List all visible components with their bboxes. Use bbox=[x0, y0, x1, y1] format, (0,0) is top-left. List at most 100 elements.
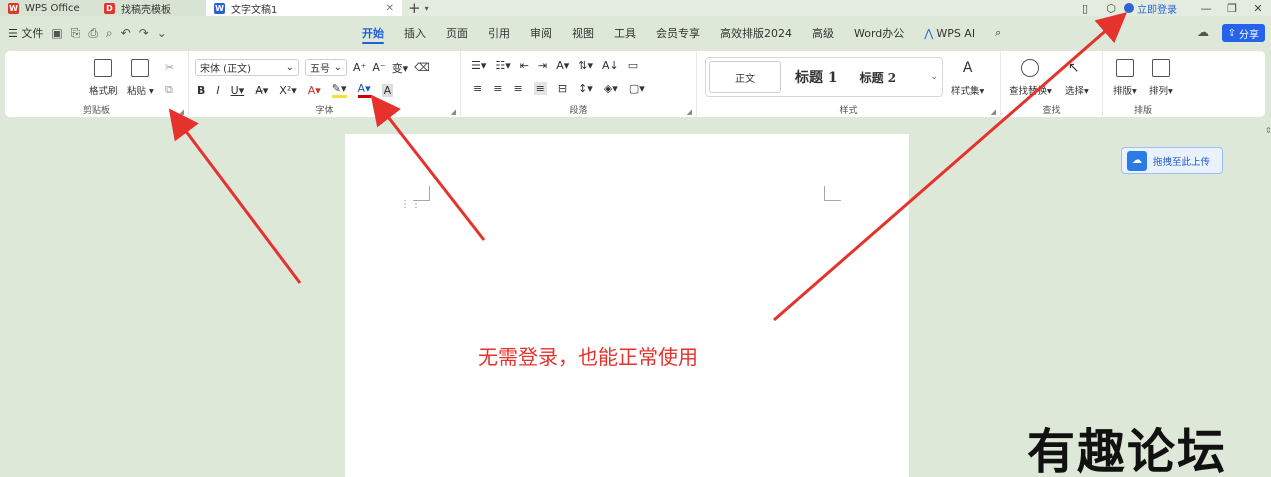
file-menu[interactable]: ☰ 文件 bbox=[8, 25, 43, 41]
drag-handle-icon[interactable]: ⋮⋮ bbox=[400, 200, 422, 210]
decrease-indent-icon[interactable]: ⇤ bbox=[520, 59, 529, 72]
export-icon[interactable]: ⎘ bbox=[71, 26, 81, 41]
font-size-select[interactable]: 五号 ⌄ bbox=[305, 59, 347, 76]
tab-review[interactable]: 审阅 bbox=[520, 20, 562, 46]
grow-font-icon[interactable]: A⁺ bbox=[353, 61, 366, 74]
align-right-icon[interactable]: ≡ bbox=[513, 82, 522, 95]
tab-wps-ai[interactable]: ⋀ WPS AI bbox=[914, 20, 985, 46]
find-label: 查找 bbox=[1042, 106, 1061, 116]
bold-button[interactable]: B bbox=[197, 84, 205, 97]
cloud-icon[interactable]: ☁ bbox=[1197, 25, 1209, 39]
tab-label: 文字文稿1 bbox=[231, 4, 278, 16]
margin-corner-top-right bbox=[824, 186, 841, 201]
text-effect-icon[interactable]: A▾ bbox=[308, 84, 321, 97]
arrange-button[interactable]: 排版▾ bbox=[1113, 59, 1137, 97]
tab-references[interactable]: 引用 bbox=[478, 20, 520, 46]
drag-upload-button[interactable]: ☁ 拖拽至此上传 bbox=[1121, 147, 1223, 174]
clear-format-icon[interactable]: ⌫ bbox=[414, 61, 430, 74]
print-icon[interactable]: ⎙ bbox=[88, 26, 98, 41]
tab-label: WPS Office bbox=[25, 2, 80, 14]
chevron-down-icon[interactable]: ▾ bbox=[425, 4, 429, 13]
more-chevron-icon[interactable]: ⌄ bbox=[157, 26, 167, 40]
paste-button[interactable]: 粘贴 ▾ bbox=[127, 59, 154, 97]
paragraph-launcher-icon[interactable]: ◢ bbox=[687, 108, 692, 116]
tab-insert[interactable]: 插入 bbox=[394, 20, 436, 46]
save-icon[interactable]: ▣ bbox=[51, 26, 62, 40]
line-spacing-icon[interactable]: ↕▾ bbox=[578, 82, 593, 95]
text-direction-icon[interactable]: A▾ bbox=[556, 59, 569, 72]
login-button[interactable]: 立即登录 bbox=[1124, 1, 1177, 16]
cut-icon[interactable]: ✂ bbox=[165, 61, 174, 74]
style-set-button[interactable]: A 样式集▾ bbox=[951, 59, 984, 97]
underline-button[interactable]: U▾ bbox=[231, 84, 245, 97]
tab-word-office[interactable]: Word办公 bbox=[844, 20, 914, 46]
paragraph-row-2: ≡ ≡ ≡ ≡ ⊟ ↕▾ ◈▾ ▢▾ bbox=[473, 82, 645, 95]
clipboard-launcher-icon[interactable]: ◢ bbox=[179, 108, 184, 116]
italic-button[interactable]: I bbox=[216, 84, 219, 97]
upload-cloud-icon: ☁ bbox=[1127, 150, 1147, 171]
font-name-select[interactable]: 宋体 (正文) ⌄ bbox=[195, 59, 299, 76]
layout-group: 排版▾ 排列▾ 排版 bbox=[1103, 51, 1183, 119]
share-button[interactable]: ⇪ 分享 bbox=[1221, 24, 1265, 42]
show-marks-icon[interactable]: ▭ bbox=[628, 59, 638, 72]
restore-icon[interactable]: ❐ bbox=[1219, 2, 1245, 15]
tab-efficient-layout[interactable]: 高效排版2024 bbox=[710, 20, 802, 46]
minimize-icon[interactable]: — bbox=[1193, 2, 1219, 15]
border-icon[interactable]: ▢▾ bbox=[629, 82, 645, 95]
bullets-icon[interactable]: ☰▾ bbox=[471, 59, 486, 72]
tab-home[interactable]: 开始 bbox=[352, 20, 394, 46]
style-heading-1[interactable]: 标题 1 bbox=[795, 67, 838, 87]
tab-member[interactable]: 会员专享 bbox=[646, 20, 710, 46]
annotation-text: 无需登录，也能正常使用 bbox=[478, 345, 698, 369]
sort-az-icon[interactable]: A↓ bbox=[602, 59, 619, 72]
align-left-icon[interactable]: ≡ bbox=[473, 82, 482, 95]
align-center-icon[interactable]: ≡ bbox=[493, 82, 502, 95]
close-tab-icon[interactable]: ✕ bbox=[386, 3, 394, 14]
shading-icon[interactable]: ◈▾ bbox=[604, 82, 618, 95]
font-color-icon[interactable]: A▾ bbox=[357, 82, 371, 98]
search-icon[interactable]: ⌕ bbox=[985, 20, 1011, 46]
gallery-scroll-icon[interactable]: ⌄ bbox=[930, 72, 938, 82]
tab-template[interactable]: D 找稿壳模板 bbox=[96, 0, 206, 16]
print-preview-icon[interactable]: ⌕ bbox=[106, 26, 113, 41]
highlight-icon[interactable]: ✎▾ bbox=[331, 82, 347, 98]
style-gallery: 正文 标题 1 标题 2 ⌄ bbox=[705, 57, 943, 97]
style-heading-2[interactable]: 标题 2 bbox=[860, 69, 897, 86]
shrink-font-icon[interactable]: A⁻ bbox=[372, 61, 385, 74]
writer-logo-icon: W bbox=[214, 2, 225, 14]
format-painter-button[interactable]: 格式刷 bbox=[89, 59, 118, 97]
justify-icon[interactable]: ≡ bbox=[533, 82, 547, 95]
tab-page[interactable]: 页面 bbox=[436, 20, 478, 46]
tab-view[interactable]: 视图 bbox=[562, 20, 604, 46]
side-scroll-icon[interactable]: ⇕ bbox=[1265, 126, 1271, 135]
styles-launcher-icon[interactable]: ◢ bbox=[991, 108, 996, 116]
order-button[interactable]: 排列▾ bbox=[1149, 59, 1173, 97]
strikethrough-icon[interactable]: A̶▾ bbox=[255, 84, 268, 97]
distributed-icon[interactable]: ⊟ bbox=[558, 82, 567, 95]
redo-icon[interactable]: ↷ bbox=[139, 26, 149, 40]
increase-indent-icon[interactable]: ⇥ bbox=[538, 59, 547, 72]
font-launcher-icon[interactable]: ◢ bbox=[451, 108, 456, 116]
tab-wps-office[interactable]: W WPS Office bbox=[0, 0, 96, 16]
copy-icon[interactable]: ⧉ bbox=[165, 83, 173, 97]
phonetic-icon[interactable]: 变▾ bbox=[392, 60, 409, 76]
paragraph-label: 段落 bbox=[569, 106, 588, 116]
tab-document[interactable]: W 文字文稿1 ✕ bbox=[206, 0, 402, 16]
numbering-icon[interactable]: ☷▾ bbox=[495, 59, 510, 72]
undo-icon[interactable]: ↶ bbox=[121, 26, 131, 40]
tablet-icon[interactable]: ▯ bbox=[1072, 2, 1098, 15]
select-cursor-icon: ↖ bbox=[1067, 60, 1080, 76]
tab-advanced[interactable]: 高级 bbox=[802, 20, 844, 46]
superscript-icon[interactable]: X²▾ bbox=[279, 84, 296, 97]
cube-icon[interactable]: ⬡ bbox=[1098, 2, 1124, 15]
sort-icon[interactable]: ⇅▾ bbox=[578, 59, 593, 72]
new-tab-icon[interactable]: + bbox=[408, 0, 421, 17]
char-shading-button[interactable]: A bbox=[381, 83, 394, 97]
clipboard-group: 格式刷 粘贴 ▾ ✂ ⧉ 剪贴板 ◢ bbox=[5, 51, 189, 119]
tab-tools[interactable]: 工具 bbox=[604, 20, 646, 46]
select-button[interactable]: ↖ 选择▾ bbox=[1065, 59, 1089, 97]
arrow-to-clipboard bbox=[168, 108, 302, 284]
style-normal[interactable]: 正文 bbox=[709, 61, 781, 93]
find-replace-button[interactable]: 查找替换▾ bbox=[1009, 59, 1052, 97]
close-window-icon[interactable]: ✕ bbox=[1245, 2, 1271, 15]
